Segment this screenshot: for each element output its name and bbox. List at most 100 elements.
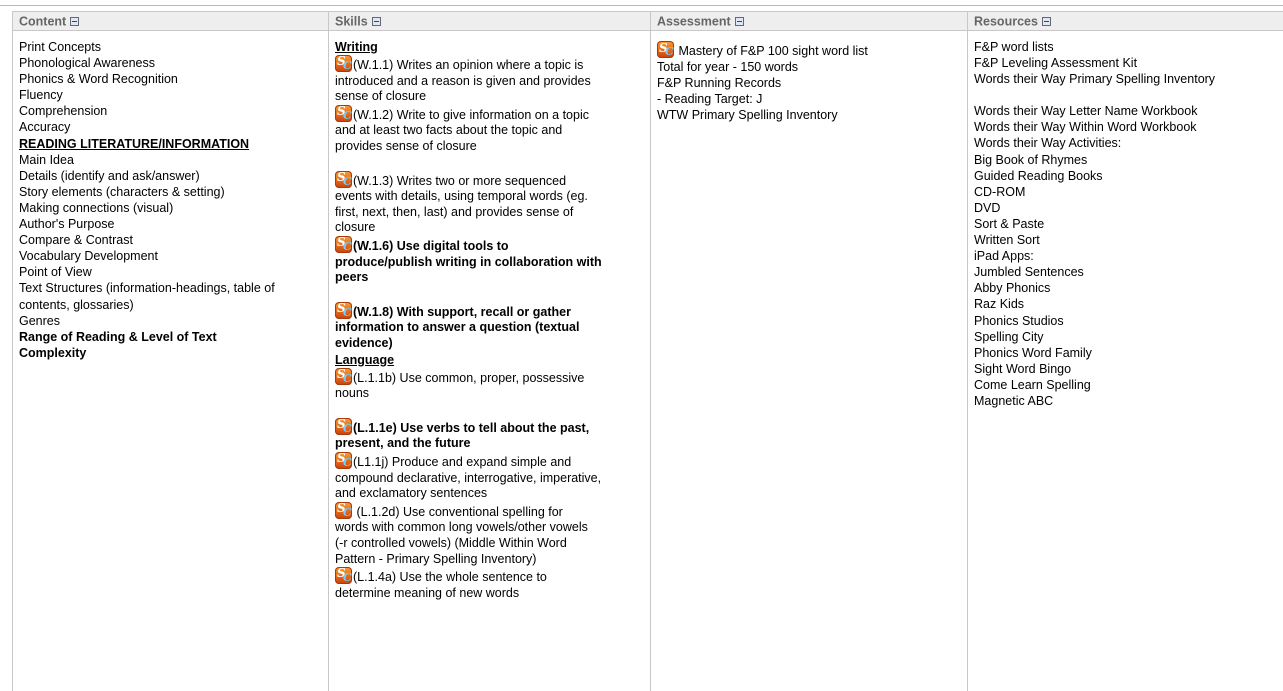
skill-standard: (W.1.2) Write to give information on a t… (335, 104, 651, 155)
standard-icon[interactable] (335, 104, 352, 123)
skill-text: produce/publish writing in collaboration… (335, 254, 602, 269)
assessment-item: Mastery of F&P 100 sight word list (657, 40, 968, 60)
skill-standard: (W.1.6) Use digital tools toproduce/publ… (335, 235, 651, 286)
assessment-list: Mastery of F&P 100 sight word list Total… (651, 40, 968, 691)
skill-text: present, and the future (335, 436, 471, 451)
content-item: Range of Reading & Level of Text (19, 329, 217, 344)
skill-text: and at least two facts about the topic a… (335, 123, 563, 138)
skill-standard: (L.1.2d) Use conventional spelling forwo… (335, 501, 651, 567)
top-rule (0, 5, 1283, 6)
resource-item: DVD (974, 200, 1001, 215)
standard-icon[interactable] (335, 54, 352, 74)
assessment-header: Assessment (651, 11, 968, 31)
resource-item: Words their Way Primary Spelling Invento… (974, 72, 1216, 87)
skill-text: (L1.1j) Produce and expand simple and (335, 451, 651, 471)
skill-text: events with details, using temporal word… (335, 189, 588, 204)
skill-text: (L.1.1e) Use verbs to tell about the pas… (335, 417, 651, 436)
resource-item: Words their Way Letter Name Workbook (974, 104, 1198, 119)
skill-text: (W.1.1) Writes an opinion where a topic … (335, 54, 651, 74)
resource-item: F&P word lists (974, 40, 1054, 54)
collapse-icon[interactable] (70, 17, 80, 27)
resources-column: Resources F&P word lists F&P Leveling Ass… (967, 11, 1283, 691)
skill-text: (-r controlled vowels) (Middle Within Wo… (335, 536, 567, 551)
content-item: Author's Purpose (19, 217, 115, 232)
skill-standard: (W.1.1) Writes an opinion where a topic … (335, 54, 651, 105)
skill-text: (L.1.2d) Use conventional spelling for (335, 501, 651, 520)
collapse-icon[interactable] (1041, 17, 1051, 27)
assessment-item: F&P Running Records (657, 76, 782, 91)
resource-item: Written Sort (974, 233, 1040, 248)
content-item: Point of View (19, 265, 92, 280)
resource-item: Sort & Paste (974, 216, 1045, 231)
resource-item: Raz Kids (974, 297, 1025, 312)
resource-item: Phonics Word Family (974, 345, 1092, 360)
resource-item: Words their Way Within Word Workbook (974, 120, 1197, 135)
assessment-item: Total for year - 150 words (657, 60, 799, 75)
resource-item: Sight Word Bingo (974, 361, 1072, 376)
standard-icon[interactable] (335, 566, 352, 586)
skills-header: Skills (329, 11, 651, 31)
assessment-header-label: Assessment (657, 14, 731, 29)
content-header: Content (13, 11, 329, 31)
skill-text: (L.1.1b) Use common, proper, possessive (335, 367, 651, 386)
skill-standard: (L.1.1e) Use verbs to tell about the pas… (335, 417, 651, 452)
content-item: Print Concepts (19, 40, 101, 54)
skill-text: (W.1.3) Writes two or more sequenced (335, 170, 651, 189)
content-header-label: Content (19, 14, 67, 29)
content-item: Complexity (19, 345, 87, 360)
standard-icon[interactable] (335, 367, 352, 386)
resource-item: Words their Way Activities: (974, 136, 1122, 151)
standard-icon[interactable] (657, 40, 674, 60)
resources-header: Resources (968, 11, 1283, 31)
resource-item: Magnetic ABC (974, 393, 1054, 408)
skill-text: determine meaning of new words (335, 585, 520, 600)
resource-item: Abby Phonics (974, 281, 1051, 296)
skill-text: compound declarative, interrogative, imp… (335, 470, 602, 485)
skill-text: nouns (335, 386, 370, 401)
standard-icon[interactable] (335, 451, 352, 471)
skill-standard: (L.1.1b) Use common, proper, possessiven… (335, 367, 651, 402)
collapse-icon[interactable] (371, 17, 381, 27)
content-item: Compare & Contrast (19, 233, 133, 248)
standard-icon[interactable] (335, 235, 352, 255)
content-item: Accuracy (19, 120, 71, 135)
standard-icon[interactable] (335, 301, 352, 320)
resource-item: iPad Apps: (974, 249, 1034, 264)
content-item: Comprehension (19, 104, 108, 119)
skill-text: provides sense of closure (335, 139, 477, 154)
skill-text: (L.1.4a) Use the whole sentence to (335, 566, 651, 586)
content-item: Text Structures (information-headings, t… (19, 281, 275, 296)
assessment-column: Assessment Mastery of F&P 100 sight word… (650, 11, 968, 691)
assessment-item: - Reading Target: J (657, 92, 763, 107)
standard-icon[interactable] (335, 170, 352, 189)
content-item: contents, glossaries) (19, 297, 134, 312)
skill-text: (W.1.6) Use digital tools to (335, 235, 651, 255)
collapse-icon[interactable] (734, 17, 744, 27)
skill-text: closure (335, 220, 376, 235)
skill-text: and exclamatory sentences (335, 486, 488, 501)
resource-item: Jumbled Sentences (974, 265, 1084, 280)
language-skills: (L.1.1b) Use common, proper, possessiven… (335, 367, 651, 602)
resource-item: CD-ROM (974, 184, 1026, 199)
content-item: READING LITERATURE/INFORMATION (19, 136, 250, 151)
skill-text: (W.1.2) Write to give information on a t… (335, 104, 651, 123)
standard-icon[interactable] (335, 417, 352, 436)
content-item: Fluency (19, 88, 63, 103)
skill-text: introduced and a reason is given and pro… (335, 73, 591, 88)
content-item: Main Idea (19, 152, 74, 167)
resources-list: F&P word lists F&P Leveling Assessment Ki… (968, 39, 1283, 691)
skills-list: Writing (W.1.1) Writes an opinion where … (329, 39, 651, 691)
resource-item: Spelling City (974, 329, 1044, 344)
skill-text: sense of closure (335, 89, 427, 104)
skill-text: peers (335, 270, 369, 285)
skill-text: evidence) (335, 336, 393, 350)
standard-icon[interactable] (335, 501, 352, 520)
skills-column: Skills Writing (W.1.1) Writes an opinion… (328, 11, 651, 691)
content-item: Phonics & Word Recognition (19, 72, 178, 87)
resource-item: F&P Leveling Assessment Kit (974, 56, 1138, 71)
content-column: Content Print Concepts Phonological Aware… (12, 11, 329, 691)
curriculum-table: Content Print Concepts Phonological Aware… (12, 11, 1283, 691)
